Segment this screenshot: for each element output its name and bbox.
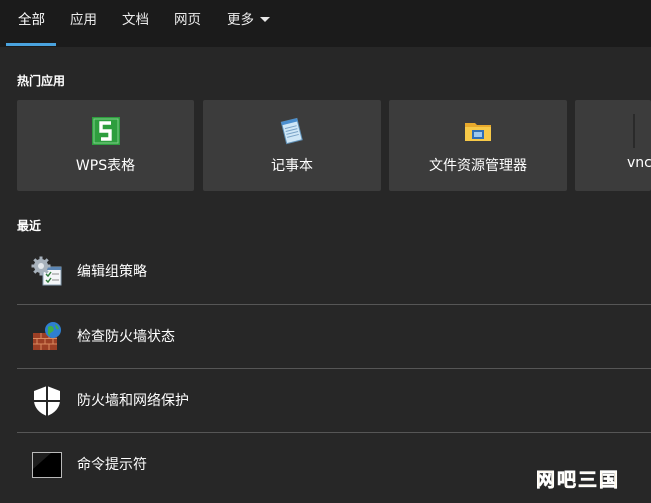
tab-web[interactable]: 网页: [174, 0, 201, 47]
recent-item-label: 检查防火墙状态: [77, 329, 175, 345]
recent-item-label: 编辑组策略: [77, 264, 147, 280]
recent-heading: 最近: [17, 219, 42, 233]
watermark-text: 网吧三国: [536, 469, 620, 491]
vnc-icon: [633, 114, 635, 148]
search-tab-bar: 全部 应用 文档 网页 更多: [0, 0, 651, 47]
app-tile-label: 记事本: [271, 158, 313, 174]
watermark-logo: 网吧三国: [536, 469, 620, 492]
recent-item-firewall-protection[interactable]: 防火墙和网络保护: [17, 369, 651, 433]
recent-item-group-policy[interactable]: 编辑组策略: [17, 240, 651, 304]
group-policy-icon: [31, 256, 62, 286]
app-tile-file-explorer[interactable]: 文件资源管理器: [389, 100, 567, 191]
firewall-globe-icon: [33, 322, 61, 350]
tab-more-label: 更多: [227, 12, 254, 28]
tab-apps[interactable]: 应用: [70, 0, 97, 47]
recent-item-label: 命令提示符: [77, 457, 147, 473]
recent-item-firewall-status[interactable]: 检查防火墙状态: [17, 305, 651, 369]
file-explorer-icon: [465, 123, 491, 141]
notepad-icon: [280, 117, 303, 145]
app-tile-label: WPS表格: [75, 158, 136, 174]
app-tile-label: 文件资源管理器: [429, 158, 527, 174]
active-tab-indicator: [6, 43, 56, 46]
hot-apps-heading: 热门应用: [17, 74, 66, 88]
shield-icon: [34, 386, 60, 416]
tab-documents[interactable]: 文档: [122, 0, 149, 47]
app-tile-vnc[interactable]: vnc: [575, 100, 651, 191]
tab-more[interactable]: 更多: [227, 0, 270, 47]
command-prompt-icon: [32, 452, 62, 478]
app-tile-notepad[interactable]: 记事本: [203, 100, 381, 191]
chevron-down-icon: [260, 16, 270, 22]
tab-all[interactable]: 全部: [18, 0, 45, 47]
app-tile-wps[interactable]: WPS表格: [17, 100, 194, 191]
wps-spreadsheet-icon: [91, 117, 120, 145]
app-tile-label: vnc: [627, 155, 651, 171]
recent-item-label: 防火墙和网络保护: [77, 393, 189, 409]
